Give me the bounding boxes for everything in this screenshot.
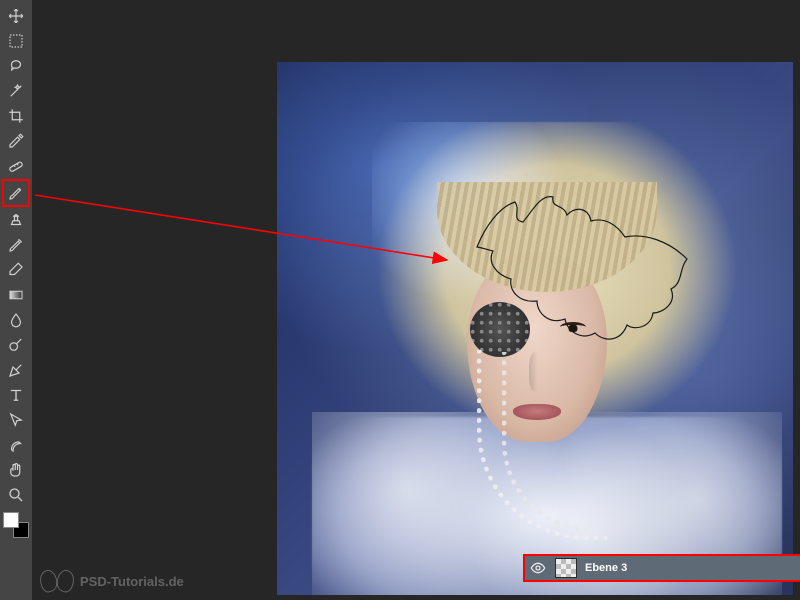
clone-stamp-tool[interactable] <box>4 208 28 232</box>
path-selection-tool[interactable] <box>4 408 28 432</box>
eraser-tool[interactable] <box>4 258 28 282</box>
move-tool[interactable] <box>4 4 28 28</box>
dodge-tool[interactable] <box>4 333 28 357</box>
image-eye-patch <box>470 302 530 357</box>
image-right-eye <box>560 322 586 332</box>
foreground-color-swatch[interactable] <box>3 512 19 528</box>
layer-name-label[interactable]: Ebene 3 <box>585 562 627 574</box>
blur-tool[interactable] <box>4 308 28 332</box>
layer-thumbnail[interactable] <box>555 558 577 578</box>
document-canvas[interactable] <box>277 62 793 595</box>
color-swatches[interactable] <box>3 512 29 538</box>
eyedropper-tool[interactable] <box>4 129 28 153</box>
healing-brush-tool[interactable] <box>4 154 28 178</box>
layer-row-active[interactable]: Ebene 3 <box>523 554 800 582</box>
lasso-tool[interactable] <box>4 54 28 78</box>
magic-wand-tool[interactable] <box>4 79 28 103</box>
marquee-tool[interactable] <box>4 29 28 53</box>
crop-tool[interactable] <box>4 104 28 128</box>
pen-tool[interactable] <box>4 358 28 382</box>
layer-visibility-icon[interactable] <box>529 559 547 577</box>
zoom-tool[interactable] <box>4 483 28 507</box>
watermark-text: PSD-Tutorials.de <box>80 574 184 589</box>
shape-tool[interactable] <box>4 433 28 457</box>
history-brush-tool[interactable] <box>4 233 28 257</box>
tools-panel <box>0 0 32 600</box>
watermark: PSD-Tutorials.de <box>40 568 184 594</box>
brush-tool[interactable] <box>2 179 30 207</box>
gradient-tool[interactable] <box>4 283 28 307</box>
hand-tool[interactable] <box>4 458 28 482</box>
type-tool[interactable] <box>4 383 28 407</box>
canvas-area: Ebene 3 PSD-Tutorials.de <box>32 0 800 600</box>
watermark-butterfly-icon <box>40 568 74 594</box>
